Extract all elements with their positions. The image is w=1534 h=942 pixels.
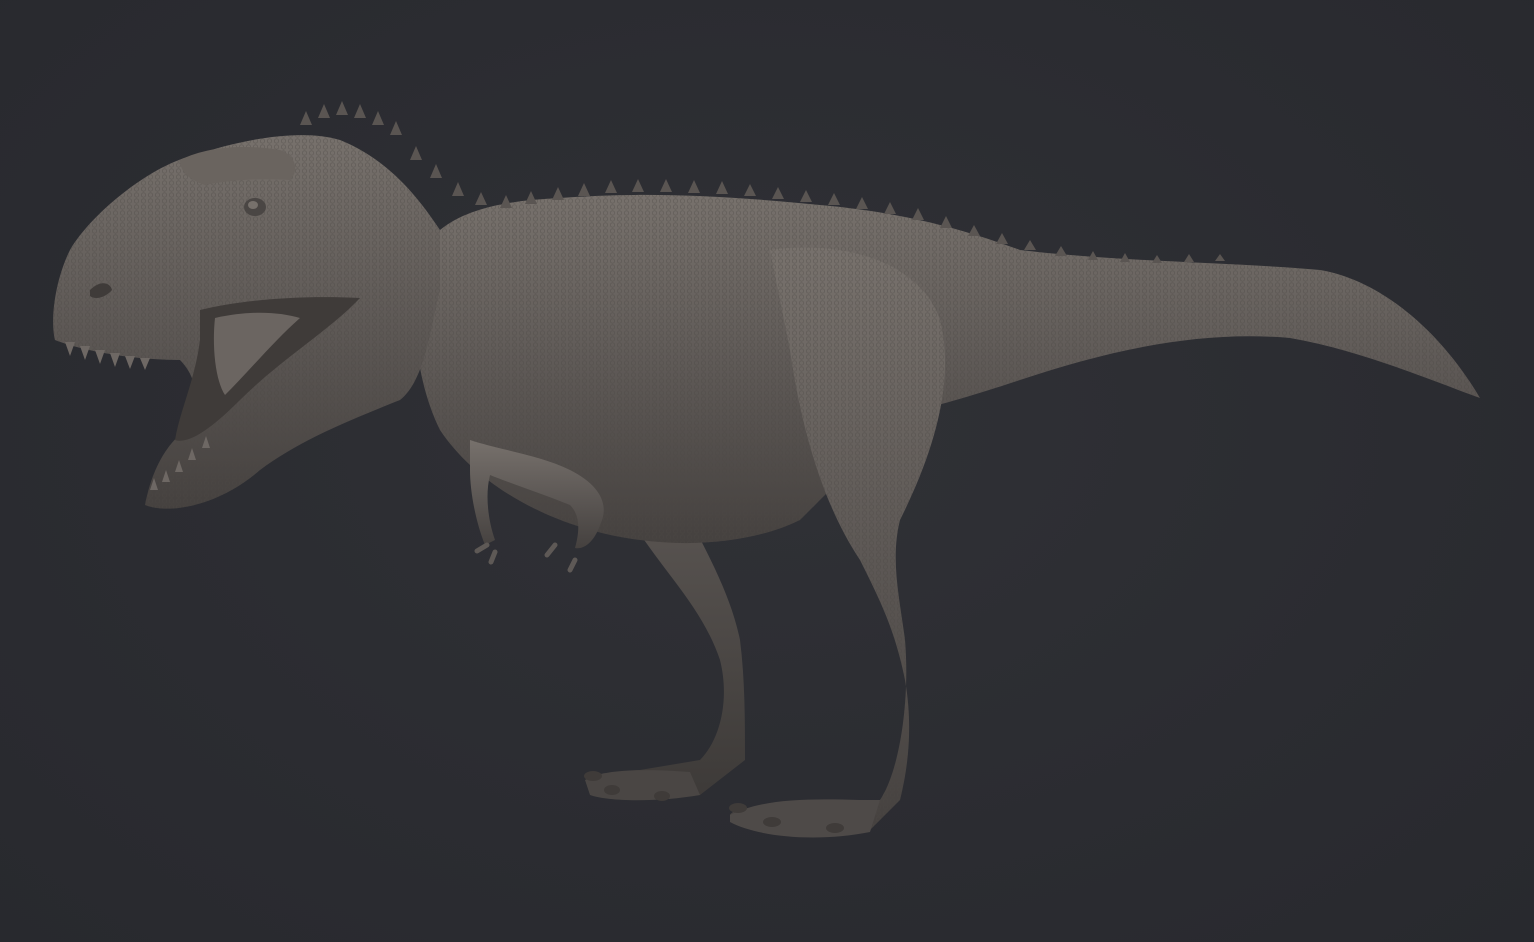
far-leg [585,500,745,801]
render-viewport[interactable] [0,0,1534,942]
dinosaur-sculpt [53,101,1481,838]
head [53,135,440,509]
